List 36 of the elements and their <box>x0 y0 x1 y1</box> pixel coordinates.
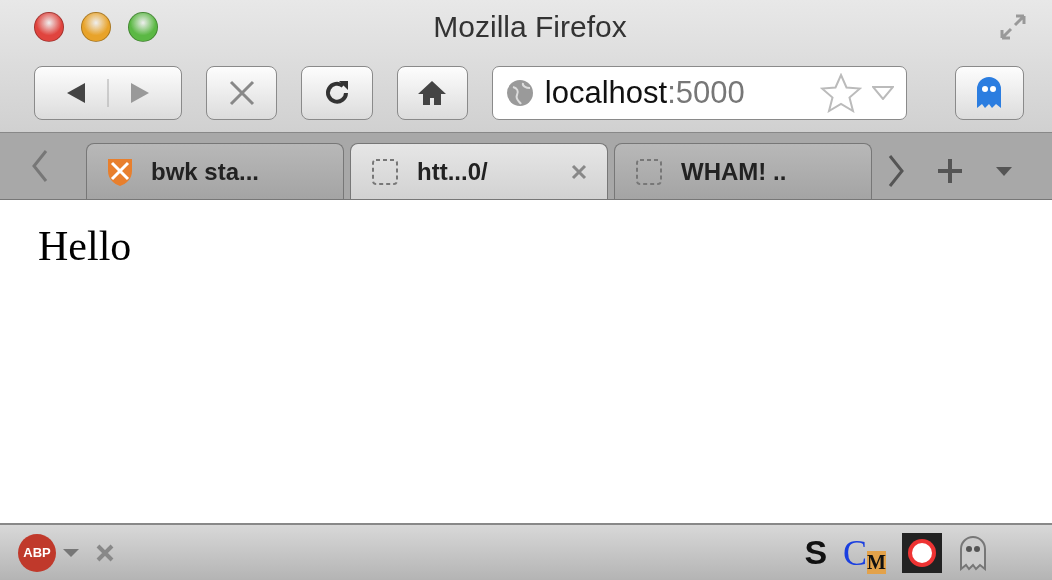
blank-page-icon <box>635 157 663 186</box>
tab-title: bwk sta... <box>151 157 261 186</box>
zoom-button[interactable] <box>128 12 158 42</box>
shield-icon <box>107 156 133 187</box>
minimize-button[interactable] <box>81 12 111 42</box>
ghost-icon[interactable] <box>958 534 988 571</box>
tab-title: WHAM! .. <box>681 157 788 186</box>
bookmark-star-icon[interactable] <box>819 73 862 113</box>
dropdown-icon[interactable] <box>62 547 80 558</box>
new-tab-icon[interactable] <box>936 157 964 185</box>
scroll-left-icon[interactable] <box>30 149 50 183</box>
url-text: localhost:5000 <box>544 75 745 111</box>
window-title: Mozilla Firefox <box>432 10 628 44</box>
blank-page-icon <box>371 157 399 186</box>
fullscreen-icon[interactable] <box>1000 14 1026 40</box>
tab-list-icon[interactable] <box>994 165 1014 177</box>
home-button[interactable] <box>396 66 468 120</box>
browser-tab[interactable]: htt...0/ <box>350 143 608 199</box>
ghost-button[interactable] <box>954 66 1024 120</box>
browser-tab[interactable]: bwk sta... <box>86 143 344 199</box>
close-tab-icon[interactable] <box>571 163 587 180</box>
close-button[interactable] <box>34 12 64 42</box>
back-forward-button[interactable] <box>34 66 182 120</box>
reload-button[interactable] <box>301 66 373 120</box>
browser-tab[interactable]: WHAM! .. <box>614 143 872 199</box>
ring-icon[interactable] <box>902 532 942 573</box>
stop-button[interactable] <box>206 66 278 120</box>
address-bar[interactable]: localhost:5000 <box>491 66 907 120</box>
addon-icon[interactable]: S <box>804 533 828 572</box>
dropdown-icon[interactable] <box>871 86 894 100</box>
page-text: Hello <box>38 222 133 270</box>
close-icon[interactable] <box>96 543 114 562</box>
adblock-icon[interactable]: ABP <box>18 533 56 572</box>
globe-icon <box>504 78 535 108</box>
scroll-right-icon[interactable] <box>886 154 906 188</box>
tab-title: htt...0/ <box>417 157 489 186</box>
